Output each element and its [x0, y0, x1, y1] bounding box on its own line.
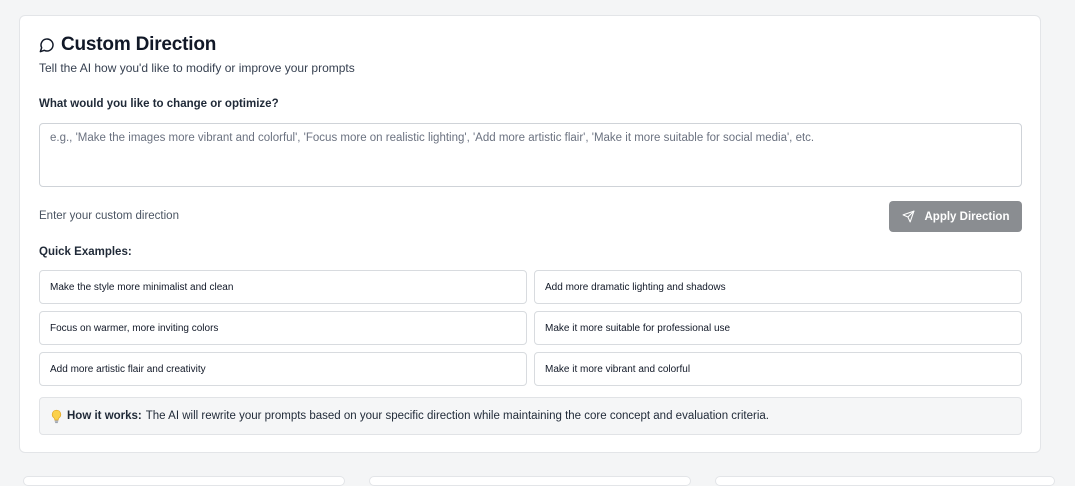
apply-direction-button[interactable]: Apply Direction — [889, 201, 1022, 232]
direction-helper-text: Enter your custom direction — [39, 210, 179, 222]
panel-subtitle: Tell the AI how you'd like to modify or … — [39, 61, 355, 75]
next-card — [715, 476, 1055, 486]
next-section-cards — [19, 476, 1055, 486]
panel-title: Custom Direction — [61, 34, 217, 55]
quick-examples-grid: Make the style more minimalist and clean… — [39, 270, 1022, 386]
lightbulb-icon — [50, 409, 63, 424]
panel-header: Custom Direction — [39, 34, 216, 56]
quick-example-button[interactable]: Add more artistic flair and creativity — [39, 352, 527, 386]
direction-label: What would you like to change or optimiz… — [39, 98, 279, 110]
next-card — [369, 476, 691, 486]
direction-input[interactable] — [39, 123, 1022, 187]
how-it-works-box: How it works: The AI will rewrite your p… — [39, 397, 1022, 435]
how-it-works-text: The AI will rewrite your prompts based o… — [145, 410, 769, 422]
quick-example-button[interactable]: Make it more suitable for professional u… — [534, 311, 1022, 345]
quick-example-button[interactable]: Make the style more minimalist and clean — [39, 270, 527, 304]
message-circle-icon — [39, 37, 55, 53]
quick-example-button[interactable]: Focus on warmer, more inviting colors — [39, 311, 527, 345]
custom-direction-card: Custom Direction Tell the AI how you'd l… — [19, 15, 1041, 453]
send-icon — [902, 210, 915, 223]
next-card — [23, 476, 345, 486]
apply-direction-label: Apply Direction — [924, 210, 1010, 223]
quick-example-button[interactable]: Add more dramatic lighting and shadows — [534, 270, 1022, 304]
quick-examples-label: Quick Examples: — [39, 246, 132, 258]
how-it-works-heading: How it works: — [67, 410, 142, 422]
quick-example-button[interactable]: Make it more vibrant and colorful — [534, 352, 1022, 386]
